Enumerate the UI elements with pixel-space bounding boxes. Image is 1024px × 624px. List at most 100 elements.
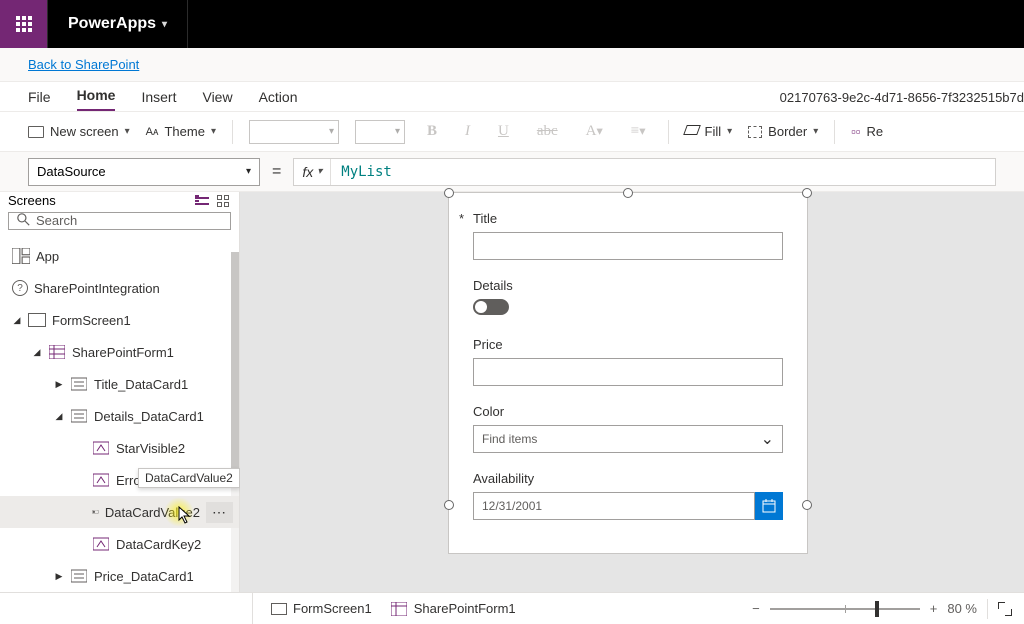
selection-handle[interactable] <box>444 188 454 198</box>
zoom-in-button[interactable]: + <box>930 601 938 616</box>
font-family-dropdown[interactable]: ▾ <box>249 120 339 144</box>
strikethrough-button[interactable]: abc <box>531 123 564 140</box>
screen-icon <box>28 126 44 138</box>
search-placeholder: Search <box>36 213 77 228</box>
tree-item-datacardkey2[interactable]: DataCardKey2 <box>0 528 239 560</box>
formula-input[interactable]: MyList <box>331 164 402 180</box>
selection-handle[interactable] <box>623 188 633 198</box>
chevron-down-icon: ▾ <box>727 126 732 137</box>
availability-datepicker[interactable]: 12/31/2001 <box>473 492 783 520</box>
reorder-label: Re <box>866 124 883 139</box>
more-options-button[interactable]: ⋯ <box>206 502 233 523</box>
tab-action[interactable]: Action <box>259 89 298 111</box>
info-icon: ? <box>12 280 28 296</box>
tree-item-title-datacard1[interactable]: ▶ Title_DataCard1 <box>0 368 239 400</box>
availability-label: Availability <box>473 471 783 486</box>
fill-button[interactable]: Fill ▾ <box>685 124 733 139</box>
list-view-icon[interactable] <box>195 195 209 205</box>
tree-label: DataCardKey2 <box>116 537 201 552</box>
tree-item-details-datacard1[interactable]: ◢ Details_DataCard1 <box>0 400 239 432</box>
zoom-slider[interactable] <box>770 608 920 610</box>
tab-home[interactable]: Home <box>77 87 116 111</box>
screens-panel-header: Screens <box>0 192 239 210</box>
back-to-sharepoint-link[interactable]: Back to SharePoint <box>28 57 139 72</box>
tree-label: StarVisible2 <box>116 441 185 456</box>
reorder-button[interactable]: ▫▫ Re <box>851 124 883 139</box>
new-screen-button[interactable]: New screen ▾ <box>28 124 130 139</box>
color-combobox[interactable]: Find items ⌄ <box>473 425 783 453</box>
calendar-button[interactable] <box>755 492 783 520</box>
tree-item-price-datacard1[interactable]: ▶ Price_DataCard1 <box>0 560 239 592</box>
app-launcher-button[interactable] <box>0 0 48 48</box>
selection-handle[interactable] <box>444 500 454 510</box>
fill-icon <box>685 125 699 139</box>
tree-item-starvisible2[interactable]: StarVisible2 <box>0 432 239 464</box>
chevron-down-icon: ⌄ <box>761 429 774 449</box>
tab-insert[interactable]: Insert <box>141 89 176 111</box>
tooltip: DataCardValue2 <box>138 468 240 488</box>
tree-item-sharepointform1[interactable]: ◢ SharePointForm1 <box>0 336 239 368</box>
theme-icon: Aᴀ <box>146 126 159 138</box>
tree-item-errormessage2[interactable]: ErrorM DataCardValue2 <box>0 464 239 496</box>
file-id-label: 02170763-9e2c-4d71-8656-7f3232515b7d <box>780 90 1024 111</box>
ribbon: New screen ▾ Aᴀ Theme ▾ ▾ ▾ B I U abc A▾… <box>0 112 1024 152</box>
chevron-down-icon: ▾ <box>317 166 322 177</box>
tab-view[interactable]: View <box>202 89 232 111</box>
border-button[interactable]: Border ▾ <box>748 124 818 139</box>
price-input[interactable] <box>473 358 783 386</box>
new-screen-label: New screen <box>50 124 119 139</box>
font-size-dropdown[interactable]: ▾ <box>355 120 405 144</box>
formula-bar: DataSource ▾ = fx▾ MyList <box>0 152 1024 192</box>
breadcrumb-sharepointform1[interactable]: SharePointForm1 <box>390 601 516 616</box>
property-dropdown[interactable]: DataSource ▾ <box>28 158 260 186</box>
underline-button[interactable]: U <box>492 123 515 140</box>
price-label: Price <box>473 337 783 352</box>
chevron-down-icon: ▾ <box>246 166 251 177</box>
tab-file[interactable]: File <box>28 89 51 111</box>
font-color-button[interactable]: A▾ <box>580 123 609 140</box>
fit-to-screen-button[interactable] <box>998 602 1012 616</box>
chevron-down-icon: ▾ <box>125 126 130 137</box>
datacard-icon <box>70 377 88 391</box>
selection-handle[interactable] <box>802 500 812 510</box>
screen-icon <box>28 313 46 327</box>
theme-button[interactable]: Aᴀ Theme ▾ <box>146 124 216 139</box>
color-placeholder: Find items <box>482 432 537 446</box>
thumbnail-view-icon[interactable] <box>217 195 229 207</box>
form-preview[interactable]: Title Details Price Color Find items ⌄ A… <box>448 192 808 554</box>
app-title-dropdown[interactable]: PowerApps ▾ <box>48 15 181 33</box>
property-label: DataSource <box>37 164 106 179</box>
formula-input-container: fx▾ MyList <box>293 158 996 186</box>
title-input[interactable] <box>473 232 783 260</box>
canvas[interactable]: Title Details Price Color Find items ⌄ A… <box>240 192 1024 592</box>
tree-item-app[interactable]: App <box>0 240 239 272</box>
bold-button[interactable]: B <box>421 123 443 140</box>
fx-button[interactable]: fx▾ <box>294 159 331 185</box>
search-input[interactable]: Search <box>8 212 231 230</box>
tree-label: Details_DataCard1 <box>94 409 204 424</box>
italic-button[interactable]: I <box>459 123 476 140</box>
breadcrumb-label: SharePointForm1 <box>414 601 516 616</box>
zoom-controls: − + 80 % <box>752 599 1012 619</box>
app-icon <box>12 249 30 263</box>
waffle-icon <box>16 16 32 32</box>
details-toggle[interactable] <box>473 299 509 315</box>
tree-item-datacardvalue2[interactable]: DataCardValue2 ⋯ <box>0 496 239 528</box>
zoom-out-button[interactable]: − <box>752 601 760 616</box>
breadcrumb-formscreen1[interactable]: FormScreen1 <box>271 601 372 616</box>
label-icon <box>92 473 110 487</box>
reorder-icon: ▫▫ <box>851 124 860 139</box>
toggle-icon <box>92 505 99 519</box>
datacard-icon <box>70 569 88 583</box>
chevron-down-icon: ▾ <box>211 126 216 137</box>
details-label: Details <box>473 278 783 293</box>
tree-item-sharepoint-integration[interactable]: ? SharePointIntegration <box>0 272 239 304</box>
tree-item-formscreen1[interactable]: ◢ FormScreen1 <box>0 304 239 336</box>
title-label: Title <box>473 211 783 226</box>
caret-down-icon: ◢ <box>32 347 42 358</box>
fill-label: Fill <box>705 124 722 139</box>
selection-handle[interactable] <box>802 188 812 198</box>
form-icon <box>48 345 66 359</box>
align-button[interactable]: ≡▾ <box>625 123 652 140</box>
chevron-down-icon: ▾ <box>162 19 167 30</box>
